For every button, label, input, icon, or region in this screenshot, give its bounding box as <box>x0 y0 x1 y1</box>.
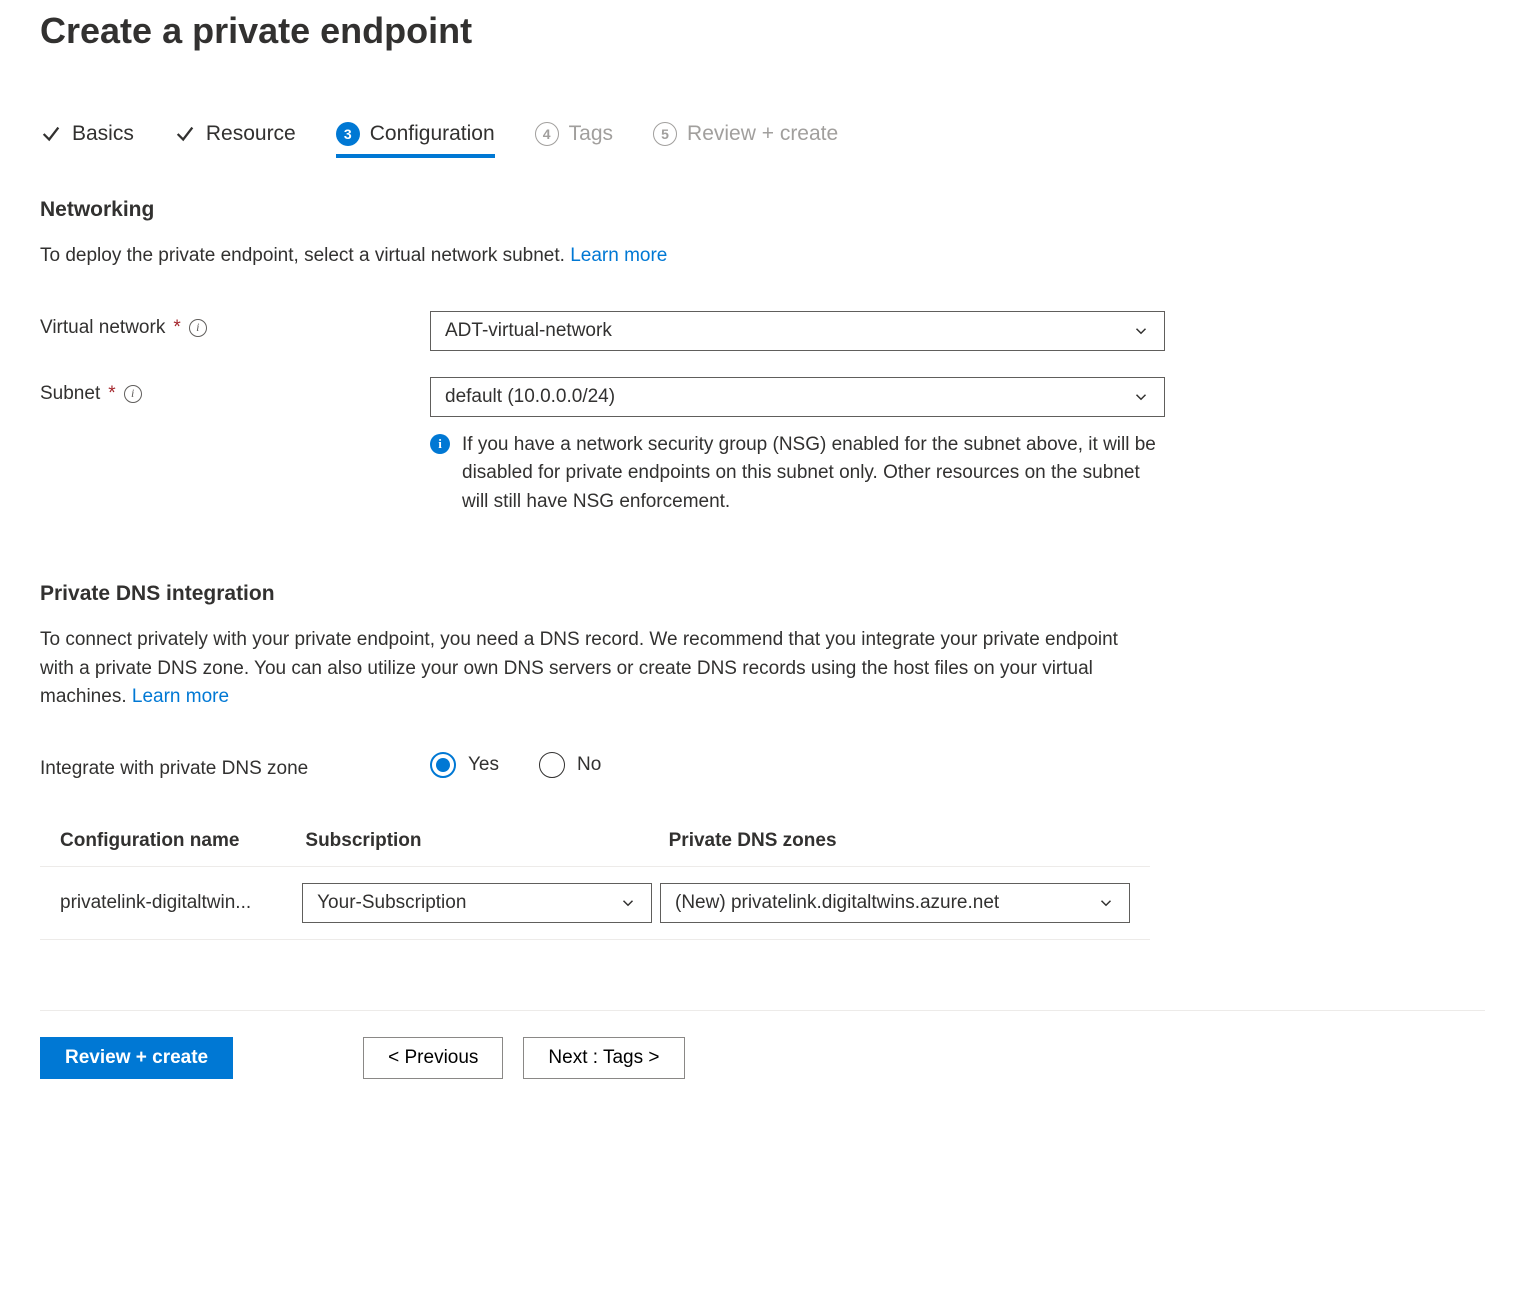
vnet-label: Virtual network * i <box>40 311 430 339</box>
check-icon <box>174 123 196 145</box>
dns-zone-select[interactable]: (New) privatelink.digitaltwins.azure.net <box>660 883 1130 923</box>
integrate-label: Integrate with private DNS zone <box>40 752 430 780</box>
vnet-select-value: ADT-virtual-network <box>445 320 612 342</box>
tab-basics-label: Basics <box>72 122 134 146</box>
tab-resource[interactable]: Resource <box>174 122 296 158</box>
step-number-icon: 4 <box>535 122 559 146</box>
radio-no-label: No <box>577 754 601 776</box>
tab-review-label: Review + create <box>687 122 838 146</box>
wizard-footer: Review + create < Previous Next : Tags > <box>40 1010 1485 1079</box>
subnet-select[interactable]: default (10.0.0.0/24) <box>430 377 1165 417</box>
dns-zone-select-value: (New) privatelink.digitaltwins.azure.net <box>675 892 999 914</box>
chevron-down-icon <box>1132 388 1150 406</box>
nsg-info-text: If you have a network security group (NS… <box>462 431 1165 517</box>
step-number-icon: 3 <box>336 122 360 146</box>
nsg-info: i If you have a network security group (… <box>430 431 1165 517</box>
dns-config-table: Configuration name Subscription Private … <box>40 830 1150 940</box>
previous-button[interactable]: < Previous <box>363 1037 503 1079</box>
tab-tags[interactable]: 4 Tags <box>535 122 613 158</box>
radio-icon <box>539 752 565 778</box>
subscription-select-value: Your-Subscription <box>317 892 466 914</box>
table-row: privatelink-digitaltwin... Your-Subscrip… <box>40 867 1150 940</box>
cell-config-name: privatelink-digitaltwin... <box>60 892 302 914</box>
info-icon[interactable]: i <box>124 385 142 403</box>
radio-yes-label: Yes <box>468 754 499 776</box>
learn-more-link[interactable]: Learn more <box>570 245 667 266</box>
check-icon <box>40 123 62 145</box>
info-icon[interactable]: i <box>189 319 207 337</box>
dns-heading: Private DNS integration <box>40 582 1485 606</box>
page-title: Create a private endpoint <box>40 10 1485 52</box>
required-indicator: * <box>173 317 180 339</box>
header-dns-zones: Private DNS zones <box>669 830 1130 852</box>
subnet-label: Subnet * i <box>40 377 430 405</box>
tab-tags-label: Tags <box>569 122 613 146</box>
learn-more-link[interactable]: Learn more <box>132 686 229 707</box>
table-header: Configuration name Subscription Private … <box>40 830 1150 867</box>
networking-desc: To deploy the private endpoint, select a… <box>40 242 1140 271</box>
networking-heading: Networking <box>40 198 1485 222</box>
wizard-tabs: Basics Resource 3 Configuration 4 Tags 5… <box>40 122 1485 158</box>
chevron-down-icon <box>1097 894 1115 912</box>
tab-configuration-label: Configuration <box>370 122 495 146</box>
tab-resource-label: Resource <box>206 122 296 146</box>
radio-icon <box>430 752 456 778</box>
next-button[interactable]: Next : Tags > <box>523 1037 684 1079</box>
review-create-button[interactable]: Review + create <box>40 1037 233 1079</box>
integrate-radio-group: Yes No <box>430 752 1165 778</box>
tab-review[interactable]: 5 Review + create <box>653 122 838 158</box>
info-badge-icon: i <box>430 434 450 454</box>
dns-desc: To connect privately with your private e… <box>40 626 1140 712</box>
tab-configuration[interactable]: 3 Configuration <box>336 122 495 158</box>
subscription-select[interactable]: Your-Subscription <box>302 883 652 923</box>
chevron-down-icon <box>619 894 637 912</box>
step-number-icon: 5 <box>653 122 677 146</box>
required-indicator: * <box>108 383 115 405</box>
tab-basics[interactable]: Basics <box>40 122 134 158</box>
header-config-name: Configuration name <box>60 830 305 852</box>
radio-no[interactable]: No <box>539 752 601 778</box>
vnet-select[interactable]: ADT-virtual-network <box>430 311 1165 351</box>
chevron-down-icon <box>1132 322 1150 340</box>
subnet-select-value: default (10.0.0.0/24) <box>445 386 615 408</box>
header-subscription: Subscription <box>305 830 668 852</box>
radio-yes[interactable]: Yes <box>430 752 499 778</box>
